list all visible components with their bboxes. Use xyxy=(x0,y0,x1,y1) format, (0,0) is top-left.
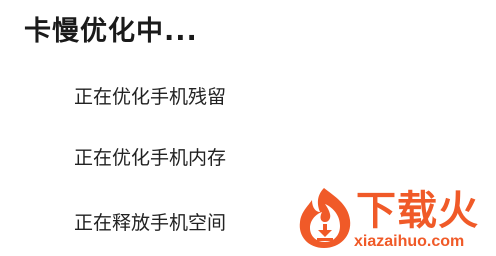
progress-item-storage: 正在释放手机空间 xyxy=(74,212,227,234)
watermark-brand: 下载火 xyxy=(356,188,479,234)
progress-item-memory: 正在优化手机内存 xyxy=(74,147,227,169)
watermark: 下载火 xiazaihuo.com xyxy=(294,186,496,256)
progress-item-residue: 正在优化手机残留 xyxy=(74,86,227,108)
flame-download-logo-icon xyxy=(299,188,351,248)
watermark-domain: xiazaihuo.com xyxy=(354,233,465,250)
